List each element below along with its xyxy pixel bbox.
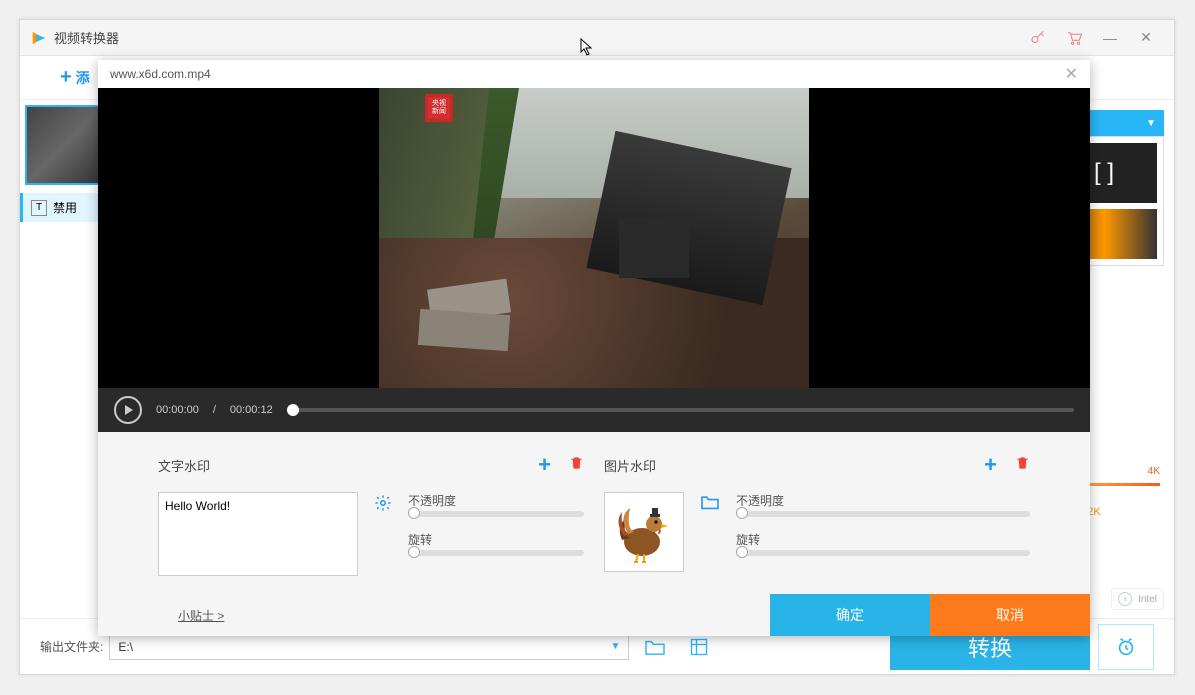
add-image-watermark-button[interactable]: + (984, 452, 997, 478)
image-rotate-label: 旋转 (736, 531, 1030, 548)
intel-label: Intel (1138, 594, 1157, 605)
text-watermark-panel: 文字水印 + 不透明度 旋转 (148, 452, 594, 594)
text-opacity-slider[interactable] (408, 511, 584, 517)
output-folder-label: 输出文件夹: (40, 638, 103, 655)
text-t-icon: T (31, 200, 47, 216)
image-rotate-slider[interactable] (736, 550, 1030, 556)
cart-icon[interactable] (1056, 20, 1092, 56)
close-window-button[interactable]: ✕ (1128, 20, 1164, 56)
intel-logo-icon: i (1118, 592, 1132, 606)
progress-knob[interactable] (287, 404, 299, 416)
image-opacity-label: 不透明度 (736, 492, 1030, 509)
resolution-high-label: 4K (1148, 466, 1160, 477)
chevron-down-icon: ▼ (610, 641, 620, 652)
video-frame: 央视新闻 (379, 88, 809, 388)
output-folder-select[interactable]: E:\ ▼ (109, 634, 629, 660)
video-preview: 央视新闻 (98, 88, 1090, 388)
text-rotate-slider[interactable] (408, 550, 584, 556)
add-file-button[interactable]: + 添 (60, 66, 90, 89)
delete-text-watermark-button[interactable] (569, 455, 584, 476)
schedule-button[interactable] (1098, 624, 1154, 670)
turkey-icon (612, 500, 676, 564)
app-title: 视频转换器 (54, 28, 119, 47)
cancel-button[interactable]: 取消 (930, 594, 1090, 636)
thumbnail-column: T 禁用 (20, 100, 110, 560)
dialog-title: www.x6d.com.mp4 (110, 67, 211, 81)
chevron-down-icon: ▼ (1146, 118, 1156, 129)
ok-button[interactable]: 确定 (770, 594, 930, 636)
watermark-dialog: www.x6d.com.mp4 ✕ 央视新闻 00:00:00 / 00:00:… (98, 60, 1090, 636)
plus-icon: + (60, 66, 72, 89)
add-text-watermark-button[interactable]: + (538, 452, 551, 478)
progress-bar[interactable] (287, 408, 1074, 412)
watermark-text-input[interactable] (158, 492, 358, 576)
app-logo-icon (30, 29, 48, 47)
minimize-button[interactable]: — (1092, 20, 1128, 56)
image-opacity-slider[interactable] (736, 511, 1030, 517)
dialog-titlebar: www.x6d.com.mp4 ✕ (98, 60, 1090, 88)
video-controls: 00:00:00 / 00:00:12 (98, 388, 1090, 432)
broadcast-tag: 央视新闻 (425, 94, 453, 122)
watermark-image-preview[interactable] (604, 492, 684, 572)
video-thumbnail[interactable] (25, 105, 105, 185)
image-watermark-panel: 图片水印 + (594, 452, 1040, 594)
text-watermark-title: 文字水印 (158, 456, 538, 475)
add-file-label: 添 (76, 68, 90, 88)
play-button[interactable] (114, 396, 142, 424)
dialog-close-button[interactable]: ✕ (1065, 64, 1078, 84)
disable-watermark-button[interactable]: T 禁用 (20, 193, 110, 222)
tips-link[interactable]: 小贴士 > (178, 607, 224, 624)
dialog-footer: 小贴士 > 确定 取消 (98, 594, 1090, 636)
browse-image-button[interactable] (700, 494, 720, 515)
hardware-accel-chip[interactable]: i Intel (1111, 588, 1164, 610)
output-folder-path: E:\ (118, 640, 133, 654)
title-bar: 视频转换器 — ✕ (20, 20, 1174, 56)
text-rotate-label: 旋转 (408, 531, 584, 548)
time-separator: / (213, 404, 216, 416)
image-watermark-title: 图片水印 (604, 456, 984, 475)
delete-image-watermark-button[interactable] (1015, 455, 1030, 476)
text-settings-button[interactable] (374, 494, 392, 517)
disable-label: 禁用 (53, 199, 77, 216)
text-opacity-label: 不透明度 (408, 492, 584, 509)
watermark-panels: 文字水印 + 不透明度 旋转 (98, 432, 1090, 594)
duration: 00:00:12 (230, 404, 273, 416)
play-icon (125, 405, 133, 415)
license-key-icon[interactable] (1020, 20, 1056, 56)
current-time: 00:00:00 (156, 404, 199, 416)
